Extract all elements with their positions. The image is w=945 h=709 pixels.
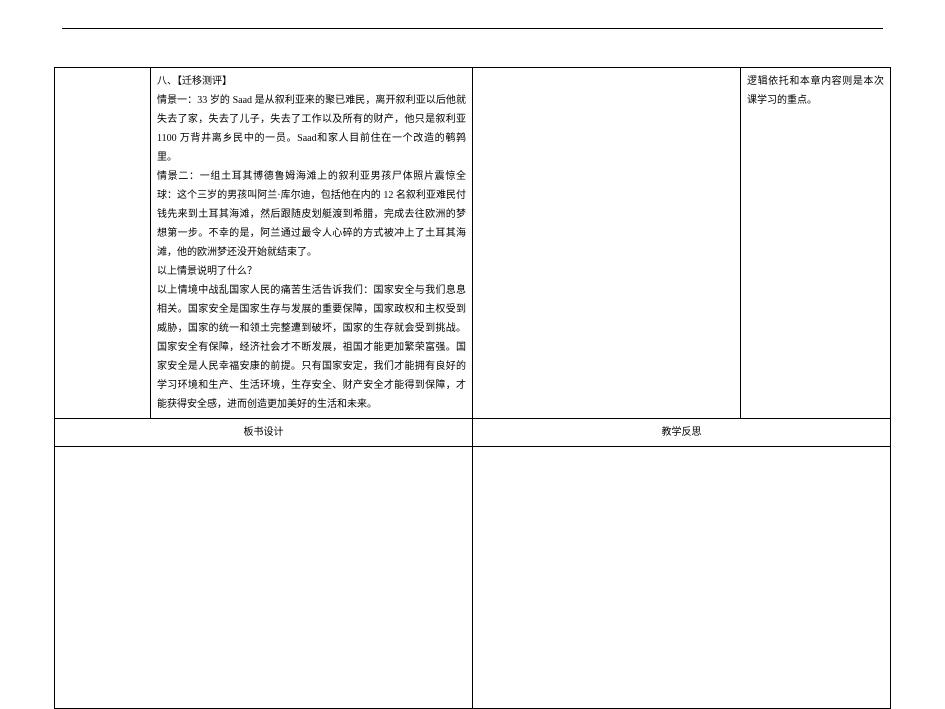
upper-mid-empty [473,68,741,419]
section-header-row: 板书设计 教学反思 [55,419,891,447]
upper-left-empty [55,68,151,419]
content-row: 八、【迁移测评】情景一：33 岁的 Saad 是从叙利亚来的聚已难民，离开叙利亚… [55,68,891,419]
upper-right-text: 逻辑依托和本章内容则是本次课学习的重点。 [747,72,884,110]
page-top-rule [62,28,883,29]
reflect-area [473,447,891,709]
header-reflect-label: 教学反思 [662,427,702,438]
upper-main-text: 八、【迁移测评】情景一：33 岁的 Saad 是从叙利亚来的聚已难民，离开叙利亚… [157,72,466,414]
blank-row [55,447,891,709]
header-design-label: 板书设计 [244,427,284,438]
header-reflect: 教学反思 [473,419,891,447]
header-design: 板书设计 [55,419,473,447]
upper-main-cell: 八、【迁移测评】情景一：33 岁的 Saad 是从叙利亚来的聚已难民，离开叙利亚… [151,68,473,419]
upper-right-cell: 逻辑依托和本章内容则是本次课学习的重点。 [741,68,891,419]
design-area [55,447,473,709]
document-table: 八、【迁移测评】情景一：33 岁的 Saad 是从叙利亚来的聚已难民，离开叙利亚… [54,67,891,709]
